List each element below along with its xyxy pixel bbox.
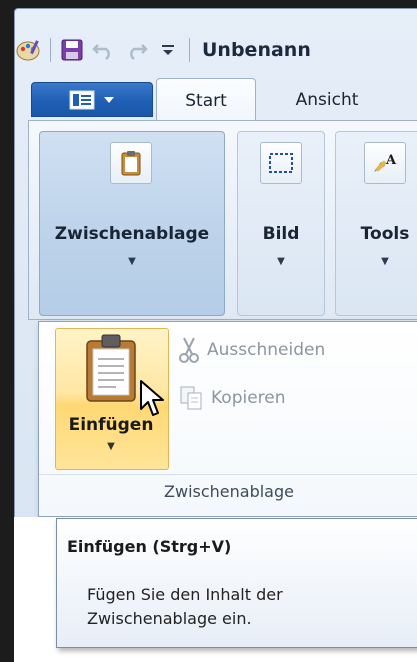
chevron-down-icon[interactable]: ▼	[56, 441, 166, 452]
chevron-down-icon: ▼	[128, 256, 136, 267]
chevron-down-icon	[104, 96, 114, 103]
tooltip-title: Einfügen (Strg+V)	[67, 537, 232, 556]
group-zwischenablage[interactable]: Zwischenablage ▼	[39, 131, 225, 316]
undo-icon[interactable]	[91, 37, 117, 63]
chevron-down-icon: ▼	[277, 256, 285, 267]
redo-icon[interactable]	[123, 37, 149, 63]
group-label: Tools	[360, 224, 410, 244]
panel-group-label: Zwischenablage	[164, 482, 294, 501]
tooltip: Einfügen (Strg+V) Fügen Sie den Inhalt d…	[56, 518, 417, 648]
ribbon-tab-row: Start Ansicht	[28, 78, 417, 122]
paste-button[interactable]: Einfügen ▼	[55, 328, 169, 470]
tooltip-body: Fügen Sie den Inhalt der Zwischenablage …	[87, 585, 283, 628]
scissors-icon	[179, 337, 199, 363]
cut-button[interactable]: Ausschneiden	[179, 334, 325, 366]
copy-button[interactable]: Kopieren	[179, 382, 286, 414]
group-tools[interactable]: A Tools ▼	[335, 131, 417, 316]
tab-ansicht[interactable]: Ansicht	[272, 80, 382, 120]
mouse-cursor-icon	[140, 380, 164, 416]
copy-label: Kopieren	[211, 388, 286, 408]
quick-access-toolbar: Unbenann	[16, 28, 416, 72]
divider	[39, 474, 417, 475]
tab-start[interactable]: Start	[156, 78, 256, 122]
ribbon: Zwischenablage ▼ Bild ▼ A Tools ▼	[28, 120, 417, 320]
file-menu-button[interactable]	[31, 82, 153, 117]
tools-icon: A	[364, 142, 406, 184]
chevron-down-icon: ▼	[381, 256, 389, 267]
paint-app-icon[interactable]	[16, 37, 42, 63]
selection-icon	[260, 142, 302, 184]
svg-text:A: A	[385, 153, 397, 168]
copy-icon	[180, 386, 202, 410]
customize-toolbar-icon[interactable]	[155, 37, 181, 63]
cut-label: Ausschneiden	[207, 340, 326, 360]
group-bild[interactable]: Bild ▼	[237, 131, 325, 316]
group-label: Bild	[262, 224, 300, 244]
toolbar-separator	[50, 38, 51, 62]
save-icon[interactable]	[59, 37, 85, 63]
paste-clipboard-icon	[86, 334, 136, 402]
toolbar-separator	[189, 38, 190, 62]
clipboard-dropdown-panel: Einfügen ▼ Ausschneiden Kopieren Zwische…	[38, 321, 417, 517]
paint-window: Unbenann Start Ansicht Zwischenablage ▼ …	[0, 0, 417, 662]
document-title: Unbenann	[202, 39, 311, 61]
group-label: Zwischenablage	[54, 224, 210, 244]
menu-icon	[69, 90, 95, 109]
clipboard-icon	[110, 142, 152, 184]
